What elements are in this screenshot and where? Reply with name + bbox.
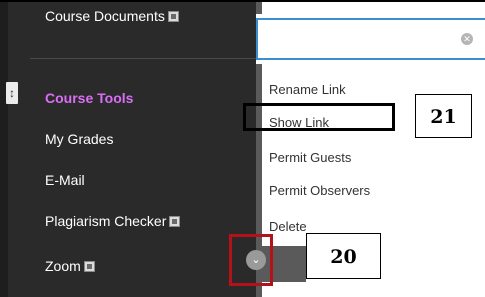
course-menu-sidebar: Course Documents ↕ Course Tools My Grade… xyxy=(0,2,256,297)
context-menu: Rename Link Show Link Permit Guests Perm… xyxy=(262,66,485,240)
callout-label: 20 xyxy=(306,233,381,279)
drag-handle-icon[interactable]: ↕ xyxy=(6,82,18,104)
sidebar-edge xyxy=(0,2,8,297)
external-link-icon xyxy=(169,216,181,227)
chevron-highlight xyxy=(229,234,273,286)
sidebar-item-email[interactable]: E-Mail xyxy=(45,172,85,188)
sidebar-item-plagiarism-checker[interactable]: Plagiarism Checker xyxy=(45,213,181,229)
sidebar-item-zoom[interactable]: Zoom xyxy=(45,258,95,274)
sidebar-item-label: My Grades xyxy=(45,131,114,147)
menu-item-permit-observers[interactable]: Permit Observers xyxy=(269,183,370,198)
sidebar-item-label: Plagiarism Checker xyxy=(45,213,167,229)
menu-item-permit-guests[interactable]: Permit Guests xyxy=(269,150,351,165)
menu-item-rename-link[interactable]: Rename Link xyxy=(269,82,346,97)
sidebar-divider xyxy=(30,58,256,59)
search-input[interactable] xyxy=(256,18,485,60)
sidebar-item-label: Course Documents xyxy=(45,8,165,24)
sidebar-item-my-grades[interactable]: My Grades xyxy=(45,131,113,147)
sidebar-heading-course-tools[interactable]: Course Tools xyxy=(45,90,133,106)
external-link-icon xyxy=(83,261,95,272)
menu-search: ✕ xyxy=(256,14,485,64)
sidebar-item-label: Course Tools xyxy=(45,90,134,106)
show-link-highlight xyxy=(243,103,395,131)
menu-item-delete[interactable]: Delete xyxy=(269,219,307,234)
sidebar-item-label: Zoom xyxy=(45,258,81,274)
external-link-icon xyxy=(167,11,179,22)
sidebar-item-label: E-Mail xyxy=(45,172,85,188)
callout-label: 21 xyxy=(415,94,472,138)
clear-icon[interactable]: ✕ xyxy=(461,33,473,45)
sidebar-item-course-documents[interactable]: Course Documents xyxy=(45,8,179,24)
